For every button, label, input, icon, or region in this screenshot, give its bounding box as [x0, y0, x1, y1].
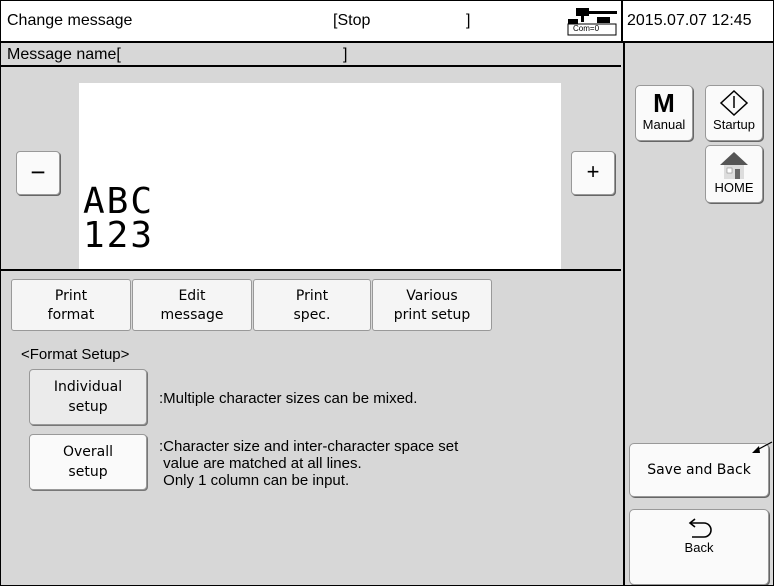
tab-label-line1: Print [295, 288, 329, 304]
sidebar: M Manual Startup HOME Save and Back Back [623, 43, 773, 585]
overall-setup-button[interactable]: Overall setup [29, 434, 147, 490]
run-status-open: [Stop [333, 12, 371, 29]
title-bar: Change message [Stop ] Com=0 2015.07.07 … [1, 1, 773, 43]
tab-label-line1: Print [54, 288, 88, 304]
individual-setup-description: :Multiple character sizes can be mixed. [159, 390, 418, 407]
button-label-line1: Individual [53, 379, 123, 395]
save-and-back-label: Save and Back [647, 462, 751, 478]
com-status-icon: Com=0 [567, 6, 619, 36]
minus-icon: − [30, 157, 46, 187]
message-name-close: ] [343, 46, 348, 63]
message-preview[interactable]: ABC 123 [79, 83, 561, 269]
button-label-line1: Overall [62, 444, 114, 460]
manual-icon: M [653, 88, 675, 118]
screen: Change message [Stop ] Com=0 2015.07.07 … [0, 0, 774, 586]
message-preview-area: − ABC 123 + [1, 67, 621, 271]
overall-setup-description-2: value are matched at all lines. [159, 455, 362, 472]
home-icon [718, 150, 750, 180]
tab-label-line2: print setup [393, 307, 471, 323]
tab-print-format[interactable]: Print format [11, 279, 131, 331]
overall-setup-description-1: :Character size and inter-character spac… [159, 438, 459, 455]
manual-label: Manual [642, 117, 686, 132]
home-label: HOME [714, 180, 754, 195]
startup-diamond-icon [719, 89, 749, 117]
com-label: Com=0 [573, 24, 600, 33]
plus-icon: + [586, 159, 600, 184]
button-label-line2: setup [68, 399, 108, 415]
startup-button[interactable]: Startup [705, 85, 763, 141]
startup-label: Startup [713, 117, 755, 132]
tab-print-spec[interactable]: Print spec. [253, 279, 371, 331]
back-label: Back [684, 540, 714, 555]
button-label-line2: setup [68, 464, 108, 480]
tab-various-print-setup[interactable]: Various print setup [372, 279, 492, 331]
preview-line-2: 123 [83, 215, 155, 256]
format-setup-heading: <Format Setup> [21, 346, 130, 363]
home-button[interactable]: HOME [705, 145, 763, 203]
tab-label-line2: message [160, 307, 224, 323]
tab-label-line1: Edit [178, 288, 206, 304]
back-button[interactable]: Back [629, 509, 769, 585]
overall-setup-description-3: Only 1 column can be input. [159, 472, 350, 489]
tab-edit-message[interactable]: Edit message [132, 279, 252, 331]
title-divider [621, 1, 623, 41]
run-status-close: ] [466, 12, 471, 29]
individual-setup-button[interactable]: Individual setup [29, 369, 147, 425]
datetime: 2015.07.07 12:45 [627, 12, 752, 29]
zoom-out-button[interactable]: − [16, 151, 60, 195]
message-name-row: Message name[ ] [1, 43, 621, 67]
message-name-label: Message name[ [7, 46, 121, 63]
back-arrow-icon [685, 518, 713, 540]
tab-label-line2: format [47, 307, 95, 323]
tab-label-line1: Various [406, 288, 458, 304]
zoom-in-button[interactable]: + [571, 151, 615, 195]
screen-title: Change message [7, 12, 133, 29]
pointer-arrow-icon [751, 441, 773, 455]
save-and-back-button[interactable]: Save and Back [629, 443, 769, 497]
tab-label-line2: spec. [293, 307, 331, 323]
preview-line-1: ABC [83, 181, 155, 222]
manual-button[interactable]: M Manual [635, 85, 693, 141]
